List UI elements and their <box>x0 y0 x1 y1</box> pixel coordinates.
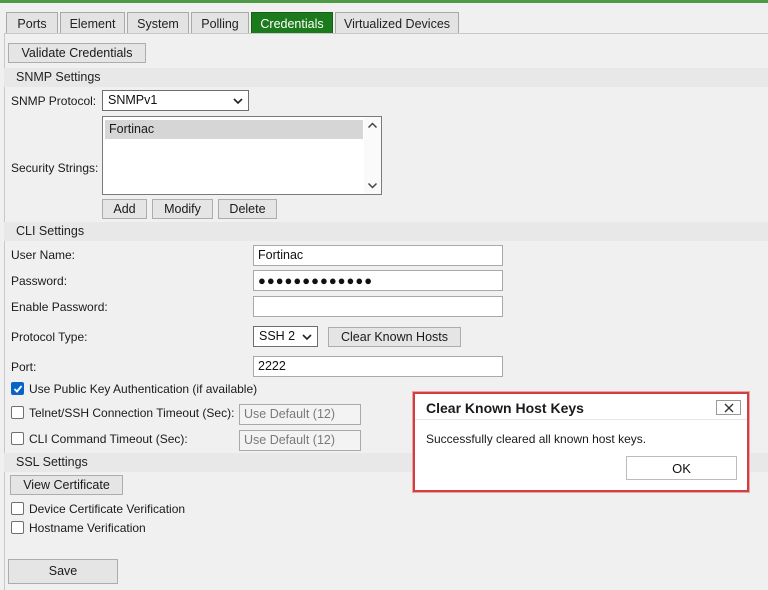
dialog-title: Clear Known Host Keys <box>426 400 584 416</box>
dialog-ok-button[interactable]: OK <box>626 456 737 480</box>
snmp-protocol-label: SNMP Protocol: <box>11 94 97 108</box>
snmp-settings-header: SNMP Settings <box>4 68 768 87</box>
dialog-divider <box>415 419 747 420</box>
connection-timeout-checkbox[interactable] <box>11 406 24 419</box>
device-certificate-checkbox[interactable] <box>11 502 24 515</box>
cli-settings-header: CLI Settings <box>4 222 768 241</box>
port-label: Port: <box>11 360 37 374</box>
security-strings-list[interactable]: Fortinac <box>102 116 382 195</box>
password-input[interactable]: ●●●●●●●●●●●●● <box>253 270 503 291</box>
view-certificate-button[interactable]: View Certificate <box>10 475 123 495</box>
port-input[interactable]: 2222 <box>253 356 503 377</box>
chevron-down-icon[interactable] <box>367 180 378 191</box>
validate-credentials-button[interactable]: Validate Credentials <box>8 43 146 63</box>
username-input[interactable]: Fortinac <box>253 245 503 266</box>
tab-bar: Ports Element System Polling Credentials… <box>0 3 768 36</box>
security-strings-label: Security Strings: <box>11 161 99 175</box>
dialog-close-button[interactable] <box>716 400 741 415</box>
password-label: Password: <box>11 274 68 288</box>
command-timeout-checkbox[interactable] <box>11 432 24 445</box>
add-security-string-button[interactable]: Add <box>102 199 147 219</box>
connection-timeout-label: Telnet/SSH Connection Timeout (Sec): <box>29 406 235 420</box>
protocol-type-select[interactable]: SSH 2 <box>253 326 318 347</box>
enable-password-label: Enable Password: <box>11 300 108 314</box>
scrollbar[interactable] <box>364 117 381 194</box>
snmp-protocol-select[interactable]: SNMPv1 <box>102 90 249 111</box>
chevron-down-icon <box>233 98 243 105</box>
hostname-verification-checkbox[interactable] <box>11 521 24 534</box>
chevron-down-icon <box>302 334 312 341</box>
device-certificate-label: Device Certificate Verification <box>29 502 186 516</box>
checkmark-icon <box>13 385 23 393</box>
command-timeout-label: CLI Command Timeout (Sec): <box>29 432 188 446</box>
public-key-checkbox[interactable] <box>11 382 24 395</box>
connection-timeout-input[interactable]: Use Default (12) <box>239 404 361 425</box>
protocol-type-value: SSH 2 <box>259 329 296 343</box>
clear-known-host-keys-dialog: Clear Known Host Keys Successfully clear… <box>413 392 749 492</box>
hostname-verification-label: Hostname Verification <box>29 521 146 535</box>
enable-password-input[interactable] <box>253 296 503 317</box>
snmp-protocol-value: SNMPv1 <box>108 93 158 107</box>
close-icon <box>724 403 734 413</box>
username-label: User Name: <box>11 248 76 262</box>
modify-security-string-button[interactable]: Modify <box>152 199 213 219</box>
command-timeout-input[interactable]: Use Default (12) <box>239 430 361 451</box>
chevron-up-icon[interactable] <box>367 120 378 131</box>
dialog-message: Successfully cleared all known host keys… <box>426 432 647 446</box>
public-key-label: Use Public Key Authentication (if availa… <box>29 382 258 396</box>
save-button[interactable]: Save <box>8 559 118 584</box>
list-item[interactable]: Fortinac <box>105 120 363 139</box>
delete-security-string-button[interactable]: Delete <box>218 199 277 219</box>
protocol-type-label: Protocol Type: <box>11 330 88 344</box>
clear-known-hosts-button[interactable]: Clear Known Hosts <box>328 327 461 347</box>
